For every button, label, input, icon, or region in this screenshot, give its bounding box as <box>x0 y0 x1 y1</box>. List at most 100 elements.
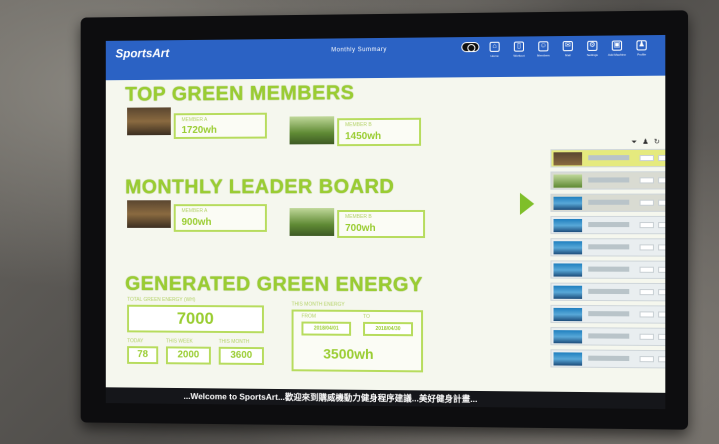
row-cell <box>639 154 654 162</box>
row-cell <box>639 356 654 363</box>
nav-toggle[interactable] <box>461 41 480 58</box>
row-name <box>588 266 630 272</box>
member-card[interactable]: MEMBER A 1720wh <box>173 112 267 139</box>
list-item[interactable] <box>550 304 666 325</box>
total-energy-value: 7000 <box>127 304 264 334</box>
person-icon[interactable]: ♟ <box>642 139 654 146</box>
row-name <box>588 355 630 362</box>
list-item[interactable] <box>550 238 666 257</box>
next-arrow-icon[interactable] <box>519 192 535 215</box>
list-item[interactable] <box>550 282 666 302</box>
member-photo <box>289 208 335 236</box>
nav-mail[interactable]: ✉ Mail <box>559 41 577 57</box>
member-photo <box>289 116 335 145</box>
row-name <box>588 222 630 228</box>
top-green-members-heading: TOP GREEN MEMBERS <box>125 82 355 106</box>
list-item[interactable] <box>550 260 666 280</box>
row-thumbnail <box>553 352 583 366</box>
row-thumbnail <box>553 196 583 210</box>
member-card[interactable]: MEMBER B 700wh <box>337 209 426 239</box>
row-name <box>588 333 630 339</box>
nav-home[interactable]: ⌂ Home <box>486 41 504 58</box>
list-item[interactable] <box>550 215 666 235</box>
nav-label: Workout <box>513 53 525 58</box>
row-cell <box>639 266 654 273</box>
row-cell <box>658 289 666 296</box>
row-name <box>588 311 630 317</box>
member-card[interactable]: MEMBER B 1450wh <box>337 117 422 147</box>
row-thumbnail <box>553 307 583 322</box>
to-date-field[interactable]: 2018/04/30 <box>363 321 414 337</box>
toggle-icon <box>461 41 480 53</box>
member-name: MEMBER A <box>181 117 208 124</box>
list-item[interactable] <box>550 171 666 190</box>
row-cell <box>639 289 654 296</box>
nav-label: Settings <box>586 52 598 58</box>
tv-display: SportsArt Monthly Summary ⌂ Home ▯ Worko… <box>80 10 689 430</box>
settings-icon: ⚙ <box>587 40 598 51</box>
from-label: FROM <box>301 313 317 320</box>
generated-green-energy-heading: GENERATED GREEN ENERGY <box>125 273 423 297</box>
monthly-leader-board-heading: MONTHLY LEADER BOARD <box>125 175 395 199</box>
news-ticker: ...Welcome to SportsArt...歡迎來到購威機動力健身程序建… <box>105 387 666 410</box>
row-name <box>588 155 630 161</box>
filter-icon[interactable]: ⏷ <box>631 139 642 146</box>
row-thumbnail <box>553 218 583 233</box>
row-thumbnail <box>553 241 583 255</box>
row-cell <box>639 177 654 184</box>
member-name: MEMBER A <box>181 208 208 215</box>
row-cell <box>658 356 666 363</box>
nav-workout[interactable]: ▯ Workout <box>510 41 528 58</box>
page-title: Monthly Summary <box>331 46 387 54</box>
row-cell <box>658 266 666 273</box>
row-cell <box>658 222 666 229</box>
row-cell <box>639 244 654 251</box>
row-cell <box>658 199 666 206</box>
refresh-icon[interactable]: ↻ <box>654 139 665 146</box>
list-item[interactable] <box>550 327 666 347</box>
top-bar: SportsArt Monthly Summary ⌂ Home ▯ Worko… <box>105 34 666 81</box>
row-name <box>588 244 630 250</box>
members-icon: ☺ <box>538 41 549 52</box>
list-item[interactable] <box>550 193 666 212</box>
row-thumbnail <box>553 263 583 277</box>
member-card[interactable]: MEMBER A 900wh <box>173 204 267 232</box>
nav-label: Home <box>490 53 499 58</box>
month-energy-label: THIS MONTH ENERGY <box>291 301 345 308</box>
list-item[interactable] <box>550 148 666 168</box>
member-value: 1450wh <box>345 130 382 143</box>
member-name: MEMBER B <box>345 122 372 129</box>
top-nav: ⌂ Home ▯ Workout ☺ Members ✉ Mail ⚙ Sett… <box>461 40 651 58</box>
nav-label: Mail <box>564 53 571 58</box>
brand-logo: SportsArt <box>115 46 170 61</box>
row-thumbnail <box>553 285 583 299</box>
member-value: 900wh <box>181 217 212 228</box>
stat-label: THIS MONTH <box>218 338 250 346</box>
from-date-field[interactable]: 2018/04/01 <box>301 321 352 336</box>
device-icon: ▯ <box>513 41 525 52</box>
row-name <box>588 288 630 295</box>
nav-machine[interactable]: ▣ Add Machine <box>608 40 626 57</box>
member-value: 1720wh <box>181 124 217 136</box>
row-thumbnail <box>553 174 583 188</box>
nav-label: Members <box>536 53 550 58</box>
row-cell <box>639 222 654 229</box>
row-name <box>588 177 630 183</box>
row-cell <box>639 311 654 318</box>
week-value: 2000 <box>165 346 211 365</box>
row-cell <box>658 333 666 341</box>
row-cell <box>658 311 666 318</box>
nav-profile[interactable]: ♟ Profile <box>632 40 651 57</box>
row-cell <box>639 199 654 206</box>
list-item[interactable] <box>550 349 666 369</box>
machine-icon: ▣ <box>611 40 623 51</box>
member-photo <box>127 107 171 136</box>
home-icon: ⌂ <box>489 41 500 52</box>
to-label: TO <box>363 313 370 320</box>
nav-members[interactable]: ☺ Members <box>534 41 552 58</box>
list-tools: ⏷♟↻• <box>631 138 665 147</box>
month-energy-value: 3500wh <box>323 345 374 362</box>
row-name <box>588 199 630 205</box>
mail-icon: ✉ <box>562 41 573 52</box>
nav-settings[interactable]: ⚙ Settings <box>583 40 601 58</box>
